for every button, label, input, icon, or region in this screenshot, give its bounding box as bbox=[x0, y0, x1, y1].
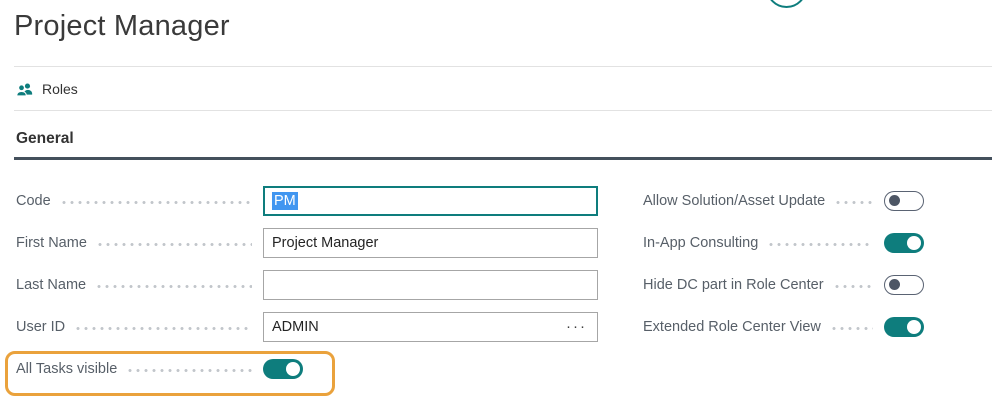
field-row-in-app-consulting: In-App Consulting bbox=[643, 228, 924, 258]
code-input[interactable]: PM bbox=[263, 186, 598, 216]
all-tasks-visible-label: All Tasks visible bbox=[16, 361, 117, 377]
section-header-general[interactable]: General bbox=[14, 126, 992, 160]
roles-menu-item-label: Roles bbox=[42, 81, 78, 97]
user-id-assist-edit-button[interactable]: ··· bbox=[564, 322, 589, 332]
last-name-input[interactable] bbox=[263, 270, 598, 300]
all-tasks-visible-toggle[interactable] bbox=[263, 359, 303, 379]
dotted-leader bbox=[833, 285, 873, 288]
user-id-label: User ID bbox=[16, 319, 65, 335]
form-left-column: Code PM First Name Last Name User ID bbox=[16, 186, 598, 396]
dotted-leader bbox=[95, 285, 252, 288]
action-bar: Roles bbox=[16, 68, 78, 110]
in-app-consulting-toggle[interactable] bbox=[884, 233, 924, 253]
field-row-code: Code PM bbox=[16, 186, 598, 216]
dotted-leader bbox=[60, 201, 252, 204]
dotted-leader bbox=[767, 243, 873, 246]
extended-role-center-view-label: Extended Role Center View bbox=[643, 319, 821, 335]
divider-top bbox=[14, 66, 992, 67]
field-row-hide-dc-part: Hide DC part in Role Center bbox=[643, 270, 924, 300]
allow-solution-asset-update-label: Allow Solution/Asset Update bbox=[643, 193, 825, 209]
dotted-leader bbox=[126, 369, 252, 372]
form-right-column: Allow Solution/Asset Update In-App Consu… bbox=[643, 186, 924, 354]
extended-role-center-view-toggle[interactable] bbox=[884, 317, 924, 337]
code-label: Code bbox=[16, 193, 51, 209]
dotted-leader bbox=[830, 327, 873, 330]
hide-dc-part-label: Hide DC part in Role Center bbox=[643, 277, 824, 293]
dotted-leader bbox=[834, 201, 873, 204]
field-row-all-tasks-visible: All Tasks visible bbox=[16, 354, 598, 384]
roles-menu-item[interactable]: Roles bbox=[16, 81, 78, 97]
field-row-last-name: Last Name bbox=[16, 270, 598, 300]
section-title: General bbox=[16, 130, 992, 148]
dotted-leader bbox=[96, 243, 252, 246]
field-row-first-name: First Name bbox=[16, 228, 598, 258]
field-row-user-id: User ID ADMIN ··· bbox=[16, 312, 598, 342]
hide-dc-part-toggle[interactable] bbox=[884, 275, 924, 295]
page: Project Manager Roles General Code bbox=[0, 0, 992, 401]
field-row-allow-solution-asset-update: Allow Solution/Asset Update bbox=[643, 186, 924, 216]
people-icon bbox=[16, 82, 33, 97]
avatar-circle[interactable] bbox=[766, 0, 807, 8]
last-name-label: Last Name bbox=[16, 277, 86, 293]
user-id-input[interactable]: ADMIN ··· bbox=[263, 312, 598, 342]
user-id-value: ADMIN bbox=[272, 319, 319, 335]
field-row-extended-role-center-view: Extended Role Center View bbox=[643, 312, 924, 342]
first-name-input[interactable] bbox=[263, 228, 598, 258]
in-app-consulting-label: In-App Consulting bbox=[643, 235, 758, 251]
first-name-label: First Name bbox=[16, 235, 87, 251]
allow-solution-asset-update-toggle[interactable] bbox=[884, 191, 924, 211]
page-title: Project Manager bbox=[14, 10, 230, 43]
code-selected-text: PM bbox=[272, 192, 298, 210]
dotted-leader bbox=[74, 327, 252, 330]
divider-below-actions bbox=[14, 110, 992, 111]
